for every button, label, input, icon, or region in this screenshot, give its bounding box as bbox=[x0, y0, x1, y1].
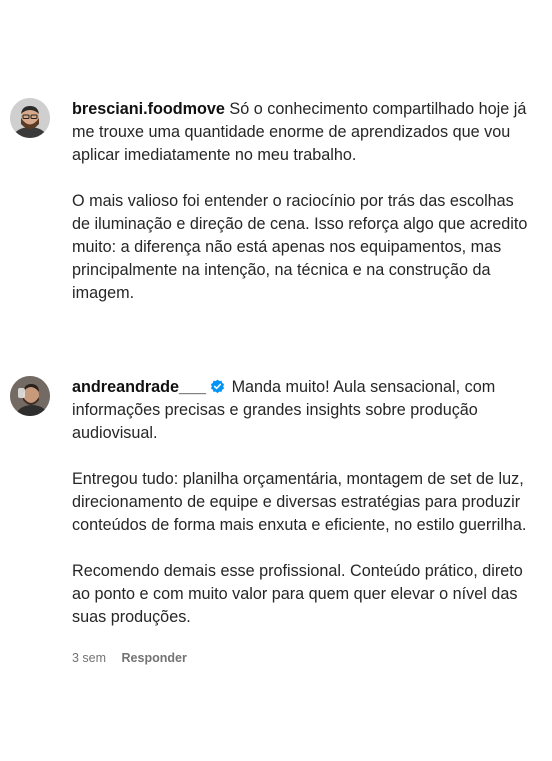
avatar-bresciani[interactable] bbox=[10, 98, 50, 138]
comment-first-line: andreandrade___ Manda muito! Aula sensac… bbox=[72, 376, 534, 445]
verified-badge-icon bbox=[210, 379, 225, 394]
avatar-andreandrade[interactable] bbox=[10, 376, 50, 416]
comment-paragraph: Recomendo demais esse profissional. Cont… bbox=[72, 562, 523, 626]
comment-text: andreandrade___ Manda muito! Aula sensac… bbox=[72, 376, 534, 629]
reply-button[interactable]: Responder bbox=[122, 651, 187, 665]
username-link[interactable]: bresciani.foodmove bbox=[72, 100, 225, 118]
comment-paragraph: Entregou tudo: planilha orçamentária, mo… bbox=[72, 470, 527, 534]
comment-timestamp[interactable]: 3 sem bbox=[72, 651, 106, 665]
comment-first-line: bresciani.foodmove Só o conhecimento com… bbox=[72, 98, 534, 167]
username-link[interactable]: andreandrade___ bbox=[72, 378, 206, 396]
comment-paragraph: O mais valioso foi entender o raciocínio… bbox=[72, 192, 528, 302]
comment-text: bresciani.foodmove Só o conhecimento com… bbox=[72, 98, 534, 305]
comment-meta: 3 sem Responder bbox=[72, 651, 187, 665]
